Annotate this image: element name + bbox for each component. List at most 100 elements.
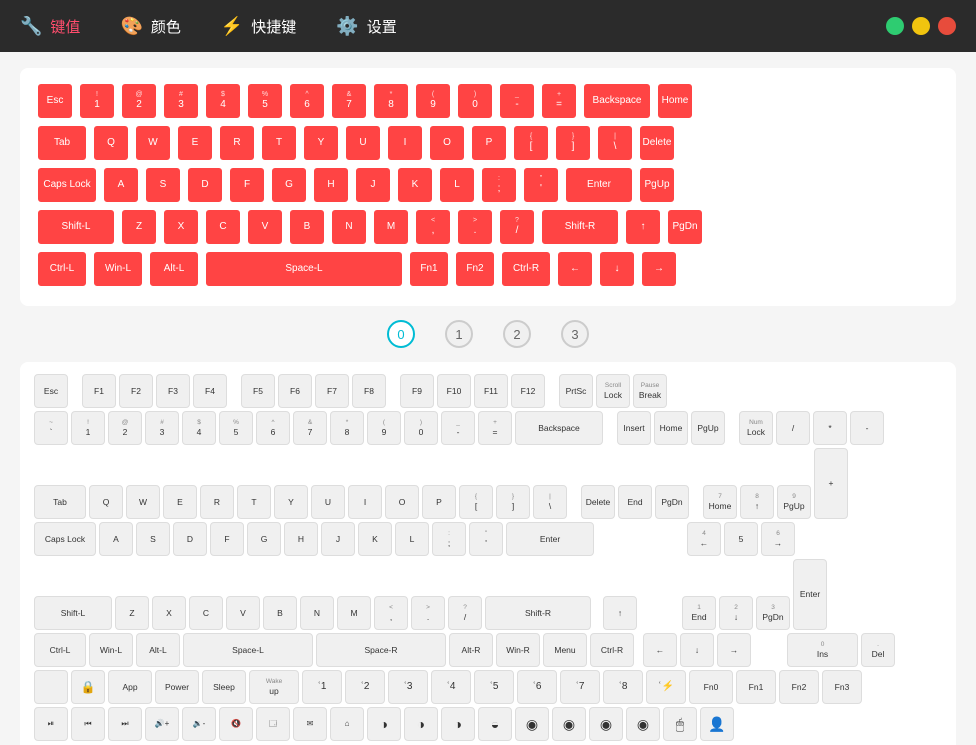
fk-bt1[interactable]: ʿ1 <box>302 670 342 704</box>
prev-key-s[interactable]: S <box>144 166 182 204</box>
prev-key-m[interactable]: M <box>372 208 410 246</box>
fk-up[interactable]: ↑ <box>603 596 637 630</box>
fk-t[interactable]: T <box>237 485 271 519</box>
fk-num5[interactable]: 5 <box>724 522 758 556</box>
fk-f11[interactable]: F11 <box>474 374 508 408</box>
fk-k[interactable]: K <box>358 522 392 556</box>
fk-pgdn-nav[interactable]: PgDn <box>655 485 689 519</box>
fk-bt5[interactable]: ʿ5 <box>474 670 514 704</box>
fk-s[interactable]: S <box>136 522 170 556</box>
fk-right[interactable]: → <box>717 633 751 667</box>
fk-numlock[interactable]: NumLock <box>739 411 773 445</box>
fk-y[interactable]: Y <box>274 485 308 519</box>
prev-key-delete[interactable]: Delete <box>638 124 676 162</box>
prev-key-h[interactable]: H <box>312 166 350 204</box>
fk-num1[interactable]: 1End <box>682 596 716 630</box>
nav-kuaijiejian[interactable]: ⚡ 快捷键 <box>221 16 296 37</box>
fk-bt8[interactable]: ʿ8 <box>603 670 643 704</box>
tab-1[interactable]: 1 <box>445 320 473 348</box>
fk-lbrace[interactable]: {[ <box>459 485 493 519</box>
fk-backspace[interactable]: Backspace <box>515 411 603 445</box>
fk-m7[interactable]: ◉ <box>589 707 623 741</box>
fk-tab[interactable]: Tab <box>34 485 86 519</box>
prev-key-2[interactable]: @2 <box>120 82 158 120</box>
fk-app[interactable]: App <box>108 670 152 704</box>
fk-i[interactable]: I <box>348 485 382 519</box>
fk-plus[interactable]: += <box>478 411 512 445</box>
fk-numminus[interactable]: - <box>850 411 884 445</box>
fk-o[interactable]: O <box>385 485 419 519</box>
prev-key-n[interactable]: N <box>330 208 368 246</box>
fk-prtsc[interactable]: PrtSc <box>559 374 593 408</box>
prev-key-5[interactable]: %5 <box>246 82 284 120</box>
fk-sp1[interactable] <box>34 670 68 704</box>
fk-p[interactable]: P <box>422 485 456 519</box>
fk-f7[interactable]: F7 <box>315 374 349 408</box>
fk-e[interactable]: E <box>163 485 197 519</box>
prev-key-period[interactable]: >. <box>456 208 494 246</box>
fk-n9[interactable]: (9 <box>367 411 401 445</box>
fk-n0[interactable]: )0 <box>404 411 438 445</box>
fk-lock[interactable]: 🔒 <box>71 670 105 704</box>
fk-minus[interactable]: _- <box>441 411 475 445</box>
fk-f2[interactable]: F2 <box>119 374 153 408</box>
fk-m9[interactable]: 🖱 <box>663 707 697 741</box>
prev-key-k[interactable]: K <box>396 166 434 204</box>
prev-key-shiftl[interactable]: Shift-L <box>36 208 116 246</box>
prev-key-esc[interactable]: Esc <box>36 82 74 120</box>
prev-key-y[interactable]: Y <box>302 124 340 162</box>
fk-z[interactable]: Z <box>115 596 149 630</box>
fk-num0[interactable]: 0Ins <box>787 633 858 667</box>
fk-f4[interactable]: F4 <box>193 374 227 408</box>
fk-ctrll[interactable]: Ctrl-L <box>34 633 86 667</box>
fk-play[interactable]: ⏯ <box>34 707 68 741</box>
fk-m1[interactable]: ◑ <box>367 707 401 741</box>
fk-n5[interactable]: %5 <box>219 411 253 445</box>
fk-x[interactable]: X <box>152 596 186 630</box>
fk-numplus[interactable]: + <box>814 448 848 519</box>
prev-key-t[interactable]: T <box>260 124 298 162</box>
fk-v[interactable]: V <box>226 596 260 630</box>
prev-key-right[interactable]: → <box>640 250 678 288</box>
fk-num9[interactable]: 9PgUp <box>777 485 811 519</box>
prev-key-winl[interactable]: Win-L <box>92 250 144 288</box>
fk-esc[interactable]: Esc <box>34 374 68 408</box>
prev-key-u[interactable]: U <box>344 124 382 162</box>
fk-delete[interactable]: Delete <box>581 485 615 519</box>
fk-sleep[interactable]: Sleep <box>202 670 246 704</box>
fk-f10[interactable]: F10 <box>437 374 471 408</box>
fk-fn3-sp[interactable]: Fn3 <box>822 670 862 704</box>
prev-key-q[interactable]: Q <box>92 124 130 162</box>
prev-key-e[interactable]: E <box>176 124 214 162</box>
fk-r[interactable]: R <box>200 485 234 519</box>
fk-f8[interactable]: F8 <box>352 374 386 408</box>
fk-quote[interactable]: "' <box>469 522 503 556</box>
prev-key-lbracket[interactable]: {[ <box>512 124 550 162</box>
minimize-button[interactable] <box>912 17 930 35</box>
fk-home[interactable]: Home <box>654 411 688 445</box>
prev-key-0[interactable]: )0 <box>456 82 494 120</box>
prev-key-l[interactable]: L <box>438 166 476 204</box>
fk-q[interactable]: Q <box>89 485 123 519</box>
fk-m10[interactable]: 👤 <box>700 707 734 741</box>
prev-key-x[interactable]: X <box>162 208 200 246</box>
prev-key-tab[interactable]: Tab <box>36 124 88 162</box>
fk-altl[interactable]: Alt-L <box>136 633 180 667</box>
fk-f12[interactable]: F12 <box>511 374 545 408</box>
prev-key-p[interactable]: P <box>470 124 508 162</box>
fk-wakeup[interactable]: Wakeup <box>249 670 299 704</box>
fk-pgup-nav[interactable]: PgUp <box>691 411 725 445</box>
prev-key-minus[interactable]: _- <box>498 82 536 120</box>
fk-num8[interactable]: 8↑ <box>740 485 774 519</box>
prev-key-rbracket[interactable]: }] <box>554 124 592 162</box>
fk-fn1-sp[interactable]: Fn1 <box>736 670 776 704</box>
fk-m2[interactable]: ◑ <box>404 707 438 741</box>
tab-0[interactable]: 0 <box>387 320 415 348</box>
fk-bt6[interactable]: ʿ6 <box>517 670 557 704</box>
nav-shezhi[interactable]: ⚙️ 设置 <box>336 16 396 37</box>
fk-left[interactable]: ← <box>643 633 677 667</box>
fk-f9[interactable]: F9 <box>400 374 434 408</box>
fk-n6[interactable]: ^6 <box>256 411 290 445</box>
fk-menu[interactable]: Menu <box>543 633 587 667</box>
tab-2[interactable]: 2 <box>503 320 531 348</box>
